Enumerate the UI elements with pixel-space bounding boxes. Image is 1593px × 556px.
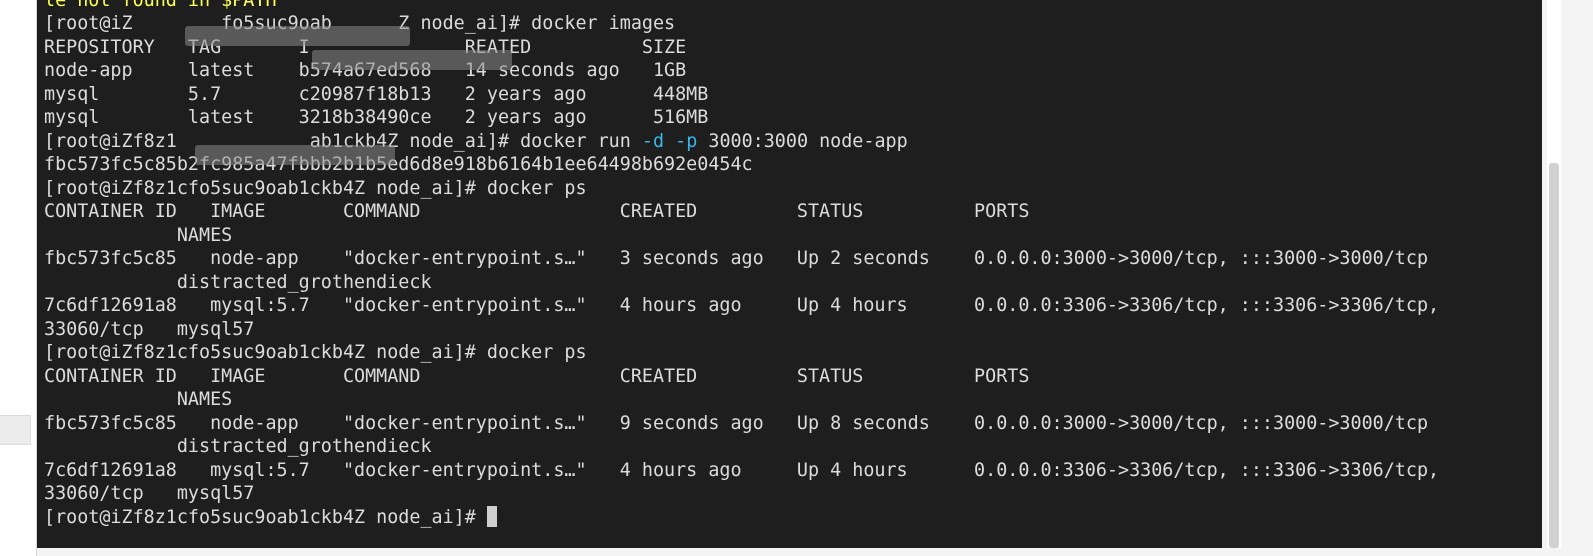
terminal-line: node-app latest b574a67ed568 14 seconds … [44,59,1439,83]
terminal-text: fbc573fc5c85 node-app "docker-entrypoint… [44,412,1429,434]
terminal-text: le not found in $PATH [44,0,277,11]
terminal-line: mysql latest 3218b38490ce 2 years ago 51… [44,106,1439,130]
terminal-text: 7c6df12691a8 mysql:5.7 "docker-entrypoin… [44,459,1440,481]
terminal-text: CONTAINER ID IMAGE COMMAND CREATED STATU… [44,365,1030,387]
redaction-blur [195,145,395,165]
terminal-text: [root@iZf8z1cfo5suc9oab1ckb4Z node_ai]# [44,506,487,528]
redaction-blur [312,50,512,70]
terminal-line: NAMES [44,388,1439,412]
terminal-text: distracted_grothendieck [44,271,432,293]
redaction-blur [185,26,410,46]
terminal-text: -p [675,130,698,152]
terminal-text: mysql latest 3218b38490ce 2 years ago 51… [44,107,709,128]
side-panel-tab[interactable] [0,415,31,445]
terminal-text: fbc573fc5c85b2fc985a47fbbb2b1b5ed6d8e918… [44,154,753,175]
terminal-text: -d [641,130,665,152]
terminal-line: 7c6df12691a8 mysql:5.7 "docker-entrypoin… [44,294,1439,318]
terminal-text: NAMES [44,224,233,246]
terminal-line: distracted_grothendieck [44,435,1439,459]
terminal-line: [root@iZf8z1cfo5suc9oab1ckb4Z node_ai]# … [44,341,1439,365]
scrollbar-thumb[interactable] [1549,163,1559,548]
terminal-line: 7c6df12691a8 mysql:5.7 "docker-entrypoin… [44,459,1439,483]
terminal-line: mysql 5.7 c20987f18b13 2 years ago 448MB [44,83,1439,107]
left-side-panel [0,0,37,556]
terminal-text: 3000:3000 node-app [697,130,908,152]
terminal-line: fbc573fc5c85 node-app "docker-entrypoint… [44,412,1439,436]
terminal-cursor [486,505,497,527]
terminal-line: NAMES [44,224,1439,248]
terminal-text: mysql 5.7 c20987f18b13 2 years ago 448MB [44,83,709,105]
terminal-line: le not found in $PATH [44,0,1439,11]
terminal-line: distracted_grothendieck [44,271,1439,295]
terminal-line: [root@iZf8z1cfo5suc9oab1ckb4Z node_ai]# … [44,177,1439,201]
terminal-line: 33060/tcp mysql57 [44,482,1439,506]
terminal-line: 33060/tcp mysql57 [44,318,1439,342]
terminal-line: CONTAINER ID IMAGE COMMAND CREATED STATU… [44,365,1439,389]
terminal-text: 33060/tcp mysql57 [44,318,255,340]
terminal-text: 33060/tcp mysql57 [44,483,255,504]
terminal-text: [root@iZf8z1cfo5suc9oab1ckb4Z node_ai]# … [44,177,587,199]
terminal-output: le not found in $PATH [root@iZ fo5suc9oab… [44,0,1439,529]
terminal-text: CONTAINER ID IMAGE COMMAND CREATED STATU… [44,201,1030,222]
terminal-text: 7c6df12691a8 mysql:5.7 "docker-entrypoin… [44,295,1440,316]
terminal-line: [root@iZf8z1cfo5suc9oab1ckb4Z node_ai]# [44,505,1439,530]
terminal-window[interactable]: le not found in $PATH [root@iZ fo5suc9oab… [37,0,1542,548]
terminal-text: distracted_grothendieck [44,436,432,457]
terminal-text: NAMES [44,389,233,410]
terminal-text: fbc573fc5c85 node-app "docker-entrypoint… [44,248,1429,269]
terminal-text: [root@iZf8z1cfo5suc9oab1ckb4Z node_ai]# … [44,342,587,363]
terminal-line: CONTAINER ID IMAGE COMMAND CREATED STATU… [44,200,1439,224]
terminal-line: fbc573fc5c85 node-app "docker-entrypoint… [44,247,1439,271]
